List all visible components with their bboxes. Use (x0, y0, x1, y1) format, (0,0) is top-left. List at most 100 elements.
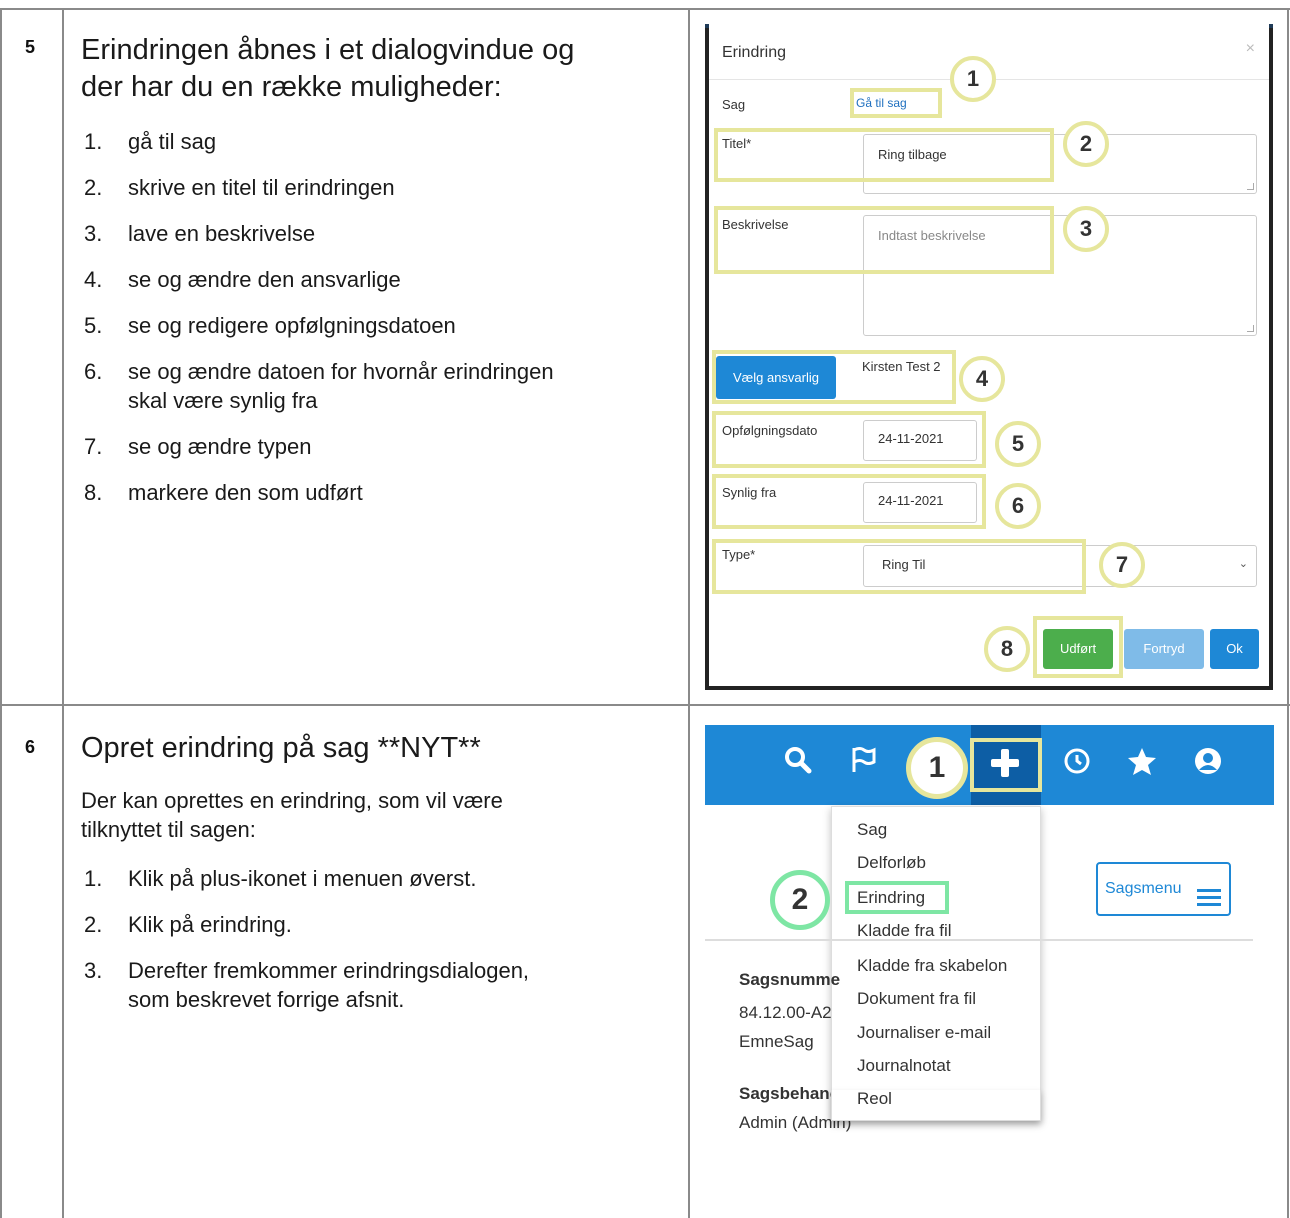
list-text: markere den som udført (128, 480, 363, 505)
list-item: 3. lave en beskrivelse (80, 219, 680, 248)
sagsmenu-label: Sagsmenu (1105, 880, 1182, 897)
column-divider-1 (62, 8, 64, 1218)
highlight-box (712, 474, 986, 529)
highlight-box (712, 411, 986, 468)
list-item: 3. Derefter fremkommer erindringsdialogen… (80, 956, 680, 1014)
step-badge: 5 (995, 421, 1041, 467)
list-number: 3. (84, 221, 103, 246)
menu-item-kladde-fra-fil[interactable]: Kladde fra fil (857, 921, 952, 941)
list-text: se og ændre den ansvarlige (128, 267, 401, 292)
search-icon[interactable] (778, 745, 818, 783)
menu-item-kladde-fra-skabelon[interactable]: Kladde fra skabelon (857, 956, 1007, 976)
resize-handle[interactable] (1247, 183, 1254, 190)
list-text: Klik på erindring. (128, 912, 292, 937)
case-number-label: Sagsnumme (739, 970, 841, 989)
table-left-border (0, 8, 2, 1218)
divider (705, 939, 1253, 941)
table-right-border (1287, 8, 1289, 1218)
menu-item-journalnotat[interactable]: Journalnotat (857, 1056, 951, 1076)
list-text: Klik på plus-ikonet i menuen øverst. (128, 866, 477, 891)
list-item: 7. se og ændre typen (80, 432, 680, 461)
step-title: Opret erindring på sag **NYT** (81, 732, 481, 764)
step-badge: 2 (1063, 121, 1109, 167)
description-line: tilknyttet til sagen: (81, 817, 256, 842)
step-badge: 1 (906, 737, 968, 799)
step-badge: 4 (959, 356, 1005, 402)
list-number: 7. (84, 434, 103, 459)
case-number-value: 84.12.00-A2 (739, 1003, 832, 1022)
step-badge: 7 (1099, 542, 1145, 588)
list-text: gå til sag (128, 129, 217, 154)
highlight-box (850, 88, 942, 118)
dialog-title: Erindring (722, 44, 787, 61)
list-text: se og redigere opfølgningsdatoen (128, 313, 456, 338)
list-text: skal være synlig fra (128, 388, 318, 413)
user-icon[interactable] (1188, 746, 1228, 784)
case-type-value: EmneSag (739, 1032, 814, 1051)
list-number: 6. (84, 359, 103, 384)
menu-item-dokument-fra-fil[interactable]: Dokument fra fil (857, 989, 976, 1009)
list-number: 2. (84, 175, 103, 200)
flag-icon[interactable] (844, 745, 884, 783)
list-text: Derefter fremkommer erindringsdialogen, (128, 958, 530, 983)
highlight-box (712, 539, 1086, 594)
plus-dropdown-menu: Sag Delforløb Erindring Kladde fra fil K… (831, 806, 1041, 1121)
column-divider-2 (688, 8, 690, 1218)
list-item: 8. markere den som udført (80, 478, 680, 507)
resize-handle[interactable] (1247, 325, 1254, 332)
list-item: 5. se og redigere opfølgningsdatoen (80, 311, 680, 340)
list-number: 3. (84, 958, 103, 983)
cancel-button[interactable]: Fortryd (1124, 629, 1204, 669)
hamburger-icon (1197, 879, 1221, 906)
list-item: 4. se og ændre den ansvarlige (80, 265, 680, 294)
menu-item-delforloeb[interactable]: Delforløb (857, 853, 926, 873)
step-number: 5 (25, 37, 36, 57)
dialog: Erindring × Sag Gå til sag 1 Titel* Ring… (709, 24, 1269, 686)
sag-label: Sag (722, 97, 746, 112)
menu-item-journaliser-email[interactable]: Journaliser e-mail (857, 1023, 991, 1043)
description-line: Der kan oprettes en erindring, som vil v… (81, 788, 503, 813)
list-number: 5. (84, 313, 103, 338)
menu-item-sag[interactable]: Sag (857, 820, 887, 840)
list-item: 6. se og ændre datoen for hvornår erindri… (80, 357, 680, 415)
chevron-down-icon: ⌄ (1238, 558, 1248, 570)
step-title-line: Erindringen åbnes i et dialogvindue og (81, 34, 575, 66)
highlight-box (714, 128, 1054, 182)
list-text: som beskrevet forrige afsnit. (128, 987, 405, 1012)
case-handler-label: Sagsbehanc (739, 1084, 840, 1103)
list-item: 1. Klik på plus-ikonet i menuen øverst. (80, 864, 680, 893)
step-badge: 8 (984, 626, 1030, 672)
clock-icon[interactable] (1057, 747, 1097, 783)
list-text: se og ændre datoen for hvornår erindring… (128, 359, 554, 384)
list-text: skrive en titel til erindringen (128, 175, 395, 200)
dialog-screenshot: Erindring × Sag Gå til sag 1 Titel* Ring… (705, 24, 1273, 690)
list-number: 8. (84, 480, 103, 505)
list-number: 2. (84, 912, 103, 937)
list-number: 4. (84, 267, 103, 292)
step-description: Der kan oprettes en erindring, som vil v… (81, 786, 503, 844)
highlight-box (845, 881, 949, 914)
highlight-box (1033, 616, 1123, 678)
list-number: 1. (84, 866, 103, 891)
list-text: se og ændre typen (128, 434, 312, 459)
step-title-line: der har du en række muligheder: (81, 71, 502, 103)
step-badge: 6 (995, 483, 1041, 529)
list-number: 1. (84, 129, 103, 154)
list-item: 2. Klik på erindring. (80, 910, 680, 939)
sagsmenu-button[interactable]: Sagsmenu (1096, 862, 1231, 916)
step-badge: 3 (1063, 206, 1109, 252)
list-item: 2. skrive en titel til erindringen (80, 173, 680, 202)
step-list: 1. Klik på plus-ikonet i menuen øverst. 2… (80, 864, 680, 1031)
step-list: 1. gå til sag 2. skrive en titel til erind… (80, 127, 680, 524)
ok-button[interactable]: Ok (1210, 629, 1259, 669)
table-row-divider (0, 704, 1290, 706)
menu-item-reol-label[interactable]: Reol (857, 1089, 892, 1109)
highlight-box (714, 206, 1054, 274)
table-top-border (0, 8, 1290, 10)
step-badge: 1 (950, 56, 996, 102)
list-item: 1. gå til sag (80, 127, 680, 156)
close-icon[interactable]: × (1246, 40, 1255, 58)
plus-icon[interactable] (985, 746, 1025, 788)
star-icon[interactable] (1122, 746, 1162, 786)
step-badge: 2 (770, 870, 830, 930)
